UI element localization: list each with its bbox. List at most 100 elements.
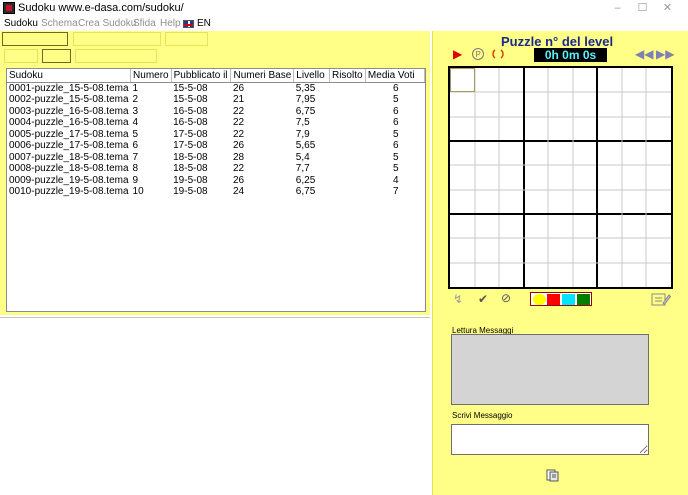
edit-icon[interactable] <box>651 291 672 309</box>
menu-schema[interactable]: Schema <box>41 18 78 29</box>
selected-cell[interactable] <box>450 68 475 92</box>
table-cell: 10 <box>132 186 144 197</box>
green-swatch[interactable] <box>577 294 590 305</box>
sudoku-board[interactable] <box>448 66 673 289</box>
table-cell: 18-5-08 <box>173 151 208 163</box>
table-cell: 7,95 <box>295 94 316 105</box>
table-cell: 0003-puzzle_16-5-08.tema <box>9 105 129 117</box>
table-cell: 22 <box>232 128 245 140</box>
write-message-label: Scrivi Messaggio <box>452 411 513 420</box>
col-livello[interactable]: Livello <box>293 69 330 83</box>
table-cell: 5 <box>392 94 399 105</box>
title-bar: Sudoku www.e-dasa.com/sudoku/ – ☐ ✕ <box>0 0 688 17</box>
table-cell: 4 <box>132 117 139 128</box>
table-row[interactable]: 0003-puzzle_16-5-08.tema 3 16-5-08 22 6,75 6 <box>7 106 425 118</box>
col-risolto[interactable]: Risolto <box>329 69 366 83</box>
col-pubblicato[interactable]: Pubblicato il <box>171 69 232 83</box>
table-cell: 5 <box>132 128 139 140</box>
table-cell <box>329 106 365 118</box>
col-numeri-base[interactable]: Numeri Base <box>230 69 295 83</box>
table-cell: 26 <box>232 140 245 151</box>
table-cell: 6 <box>392 82 399 94</box>
table-row[interactable]: 0009-puzzle_19-5-08.tema 9 19-5-08 26 6,25 4 <box>7 175 425 187</box>
table-cell: 0008-puzzle_18-5-08.tema <box>9 163 129 174</box>
menu-sudoku[interactable]: Sudoku <box>4 18 38 29</box>
table-row[interactable]: 0008-puzzle_18-5-08.tema 8 18-5-08 22 7,7 5 <box>7 163 425 175</box>
menu-language[interactable]: EN <box>197 18 211 29</box>
table-cell: 17-5-08 <box>173 140 208 151</box>
table-row[interactable]: 0002-puzzle_15-5-08.tema 2 15-5-08 21 7,95 5 <box>7 94 425 106</box>
table-cell: 6 <box>132 140 139 151</box>
table-cell: 6,75 <box>295 186 316 197</box>
close-button[interactable]: ✕ <box>645 0 688 17</box>
table-row[interactable]: 0004-puzzle_16-5-08.tema 4 16-5-08 22 7,5 6 <box>7 117 425 129</box>
table-cell: 22 <box>232 117 245 128</box>
table-cell: 24 <box>232 186 245 197</box>
table-cell: 22 <box>232 163 245 174</box>
menu-sfida[interactable]: Sfida <box>133 18 156 29</box>
reset-icon[interactable] <box>491 47 505 63</box>
cyan-swatch[interactable] <box>562 294 575 305</box>
red-swatch[interactable] <box>547 294 560 305</box>
table-cell: 21 <box>232 94 245 105</box>
table-cell <box>329 129 365 141</box>
table-cell: 4 <box>392 174 399 186</box>
table-cell <box>329 152 365 164</box>
table-cell: 0004-puzzle_16-5-08.tema <box>9 117 129 128</box>
menu-crea-sudoku[interactable]: Crea Sudoku <box>78 18 136 29</box>
no-entry-icon[interactable]: ⊘ <box>501 292 511 304</box>
table-cell <box>329 117 365 129</box>
table-row[interactable]: 0010-puzzle_19-5-08.tema 10 19-5-08 24 6,75 7 <box>7 186 425 198</box>
table-row[interactable]: 0006-puzzle_17-5-08.tema 6 17-5-08 26 5,65 6 <box>7 140 425 152</box>
table-row[interactable]: 0001-puzzle_15-5-08.tema 1 15-5-08 26 5,35 6 <box>7 82 425 94</box>
filter-button-2[interactable] <box>73 32 161 46</box>
table-cell: 6,75 <box>295 105 316 117</box>
rewind-icon[interactable]: ◀◀ <box>635 48 653 60</box>
sudoku-grid[interactable] <box>450 68 671 287</box>
check-icon[interactable]: ✔ <box>478 293 488 305</box>
toolbar-button-1[interactable] <box>4 49 38 63</box>
play-icon[interactable]: ▶ <box>453 48 462 60</box>
timer-display: 0h 0m 0s <box>534 48 607 62</box>
puzzle-table: Sudoku Numero Pubblicato il Numeri Base … <box>6 68 426 312</box>
yellow-swatch[interactable] <box>533 294 546 305</box>
toolbar-button-2[interactable] <box>42 49 71 63</box>
table-cell: 18-5-08 <box>173 163 208 174</box>
puzzle-panel: Puzzle n° del level ▶ P 0h 0m 0s ◀◀ ▶▶ ↯… <box>432 31 688 495</box>
uk-flag-icon[interactable] <box>183 20 194 28</box>
table-cell: 5,35 <box>295 82 316 94</box>
col-numero[interactable]: Numero <box>130 69 172 83</box>
col-media-voti[interactable]: Media Voti <box>365 69 426 83</box>
table-cell: 7,9 <box>295 128 310 140</box>
table-cell: 1 <box>132 82 139 94</box>
hint-icon[interactable]: ↯ <box>453 293 463 305</box>
table-cell: 26 <box>232 174 245 186</box>
table-cell: 15-5-08 <box>173 94 208 105</box>
col-sudoku[interactable]: Sudoku <box>7 69 132 83</box>
table-cell: 16-5-08 <box>173 117 208 128</box>
write-message-field[interactable] <box>451 424 649 455</box>
table-cell: 17-5-08 <box>173 128 208 140</box>
svg-text:P: P <box>476 50 481 59</box>
table-cell: 0002-puzzle_15-5-08.tema <box>9 94 129 105</box>
table-cell <box>329 82 365 94</box>
table-row[interactable]: 0005-puzzle_17-5-08.tema 5 17-5-08 22 7,9 5 <box>7 129 425 141</box>
table-cell: 9 <box>132 174 139 186</box>
table-cell: 6,25 <box>295 174 316 186</box>
send-icon[interactable] <box>546 468 560 484</box>
filter-field[interactable] <box>2 32 68 46</box>
color-palette <box>530 292 592 306</box>
table-cell: 19-5-08 <box>173 186 208 197</box>
puzzle-list-panel: Sudoku Numero Pubblicato il Numeri Base … <box>0 31 430 315</box>
table-cell: 7 <box>392 186 399 197</box>
table-cell: 5 <box>392 128 399 140</box>
menu-help[interactable]: Help <box>160 18 181 29</box>
toolbar-button-3[interactable] <box>75 49 157 63</box>
pause-icon[interactable]: P <box>471 47 485 63</box>
table-cell: 15-5-08 <box>173 82 208 94</box>
table-cell: 0010-puzzle_19-5-08.tema <box>9 186 129 197</box>
filter-button-3[interactable] <box>165 32 208 46</box>
table-row[interactable]: 0007-puzzle_18-5-08.tema 7 18-5-08 28 5,4 5 <box>7 152 425 164</box>
table-cell: 7,5 <box>295 117 310 128</box>
fast-forward-icon[interactable]: ▶▶ <box>656 48 674 60</box>
